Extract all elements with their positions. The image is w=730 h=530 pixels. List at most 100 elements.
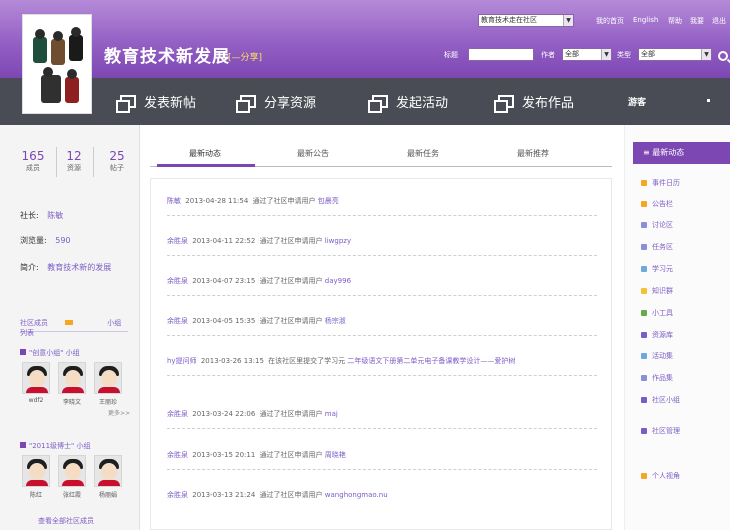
top-link-english[interactable]: English <box>633 16 658 24</box>
nav-publish-work[interactable]: 发布作品 <box>494 92 575 113</box>
member-name[interactable]: 张红霞 <box>57 490 87 499</box>
right-sidebar-header[interactable]: ≡ 最新动态 <box>633 142 730 164</box>
tab-latest-activity[interactable]: 最新动态 <box>160 148 250 159</box>
feed-row: 余胜泉 2013-04-05 15:35 通过了社区申请用户 杨宗淑 <box>167 316 597 336</box>
feed-target[interactable]: 杨宗淑 <box>325 317 346 325</box>
site-title[interactable]: 教育技术新发展 <box>104 42 230 67</box>
feed-row: 余胜泉 2013-03-13 21:24 通过了社区申请用户 wanghongm… <box>167 490 597 509</box>
feed-user[interactable]: 余胜泉 <box>167 317 188 325</box>
info-owner-value[interactable]: 陈敏 <box>47 211 63 220</box>
feed-user[interactable]: 余胜泉 <box>167 237 188 245</box>
top-link-help[interactable]: 帮助 <box>668 16 682 26</box>
view-all-members-link[interactable]: 查看全部社区成员 <box>38 516 94 526</box>
avatar[interactable] <box>58 362 86 394</box>
right-menu-item[interactable]: 任务区 <box>641 242 673 252</box>
info-intro-value: 教育技术新的发展 <box>47 263 112 272</box>
info-owner-key: 社长: <box>20 211 39 220</box>
nav-user[interactable]: 游客 <box>628 95 646 108</box>
member-tabs: 社区成员 小组列表 <box>20 318 128 337</box>
more-link[interactable]: 更多>> <box>108 408 130 417</box>
activity-feed: 陈敏 2013-04-28 11:54 通过了社区申请用户 包晨亮 余胜泉 20… <box>150 178 612 530</box>
window-icon <box>116 95 136 113</box>
nav-share-resource[interactable]: 分享资源 <box>236 92 316 113</box>
group-title[interactable]: "创意小组" 小组 <box>20 348 80 358</box>
stat-members[interactable]: 165 成员 <box>16 149 50 173</box>
feed-user[interactable]: 余胜泉 <box>167 491 188 499</box>
tab-latest-task[interactable]: 最新任务 <box>378 148 468 159</box>
member-name[interactable]: wdf2 <box>21 397 51 404</box>
search-icon[interactable] <box>718 51 728 61</box>
right-menu-item[interactable]: 学习元 <box>641 264 673 274</box>
right-sidebar-header-label: 最新动态 <box>652 148 685 157</box>
info-views-value: 590 <box>55 236 71 245</box>
menu-item-icon <box>641 288 647 294</box>
tab-community-members[interactable]: 社区成员 <box>20 319 89 327</box>
right-menu-item-label: 讨论区 <box>652 221 673 229</box>
feed-target[interactable]: 周晓艳 <box>325 451 346 459</box>
feed-user[interactable]: hy提问师 <box>167 357 197 365</box>
hot-badge <box>65 320 73 325</box>
right-menu-item[interactable]: 事件日历 <box>641 178 680 188</box>
right-menu-item[interactable]: 社区小组 <box>641 395 680 405</box>
member-name[interactable]: 陈红 <box>21 490 51 499</box>
right-menu-item[interactable]: 作品集 <box>641 373 673 383</box>
menu-item-icon <box>641 180 647 186</box>
right-menu-item[interactable]: 小工具 <box>641 308 673 318</box>
stat-posts[interactable]: 25 帖子 <box>100 149 134 173</box>
avatar[interactable] <box>22 362 50 394</box>
avatar[interactable] <box>94 362 122 394</box>
type-select[interactable]: 全部 ▼ <box>638 48 712 61</box>
divider <box>56 147 57 177</box>
feed-time: 2013-04-11 22:52 <box>192 237 256 245</box>
community-select[interactable]: 教育技术走在社区 ▼ <box>478 14 574 27</box>
feed-target[interactable]: liwgpzy <box>325 237 351 245</box>
search-input[interactable] <box>468 48 534 61</box>
right-menu-item[interactable]: 活动集 <box>641 351 673 361</box>
right-menu-item[interactable]: 个人视角 <box>641 471 680 481</box>
feed-target[interactable]: day996 <box>325 277 351 285</box>
top-link-mine[interactable]: 我要 <box>690 16 704 26</box>
feed-user[interactable]: 余胜泉 <box>167 277 188 285</box>
stat-resources[interactable]: 12 资源 <box>60 149 88 173</box>
avatar[interactable] <box>94 455 122 487</box>
chevron-down-icon: ▼ <box>701 49 711 60</box>
right-menu-item[interactable]: 讨论区 <box>641 220 673 230</box>
feed-target[interactable]: 包晨亮 <box>318 197 339 205</box>
chevron-down-icon: ▼ <box>601 49 611 60</box>
member-name[interactable]: 王丽珍 <box>93 397 123 406</box>
right-menu-item[interactable]: 知识群 <box>641 286 673 296</box>
right-menu-item[interactable]: 资源库 <box>641 330 673 340</box>
nav-publish-work-label: 发布作品 <box>522 96 575 111</box>
feed-user[interactable]: 余胜泉 <box>167 410 188 418</box>
feed-time: 2013-03-24 22:06 <box>192 410 256 418</box>
active-tab-indicator <box>157 164 255 167</box>
group-title[interactable]: "2011级博士" 小组 <box>20 441 90 451</box>
top-link-logout[interactable]: 退出 <box>712 16 726 26</box>
nav-start-activity[interactable]: 发起活动 <box>368 92 448 113</box>
feed-target[interactable]: maj <box>325 410 338 418</box>
right-menu-item[interactable]: 社区管理 <box>641 426 680 436</box>
avatar[interactable] <box>58 455 86 487</box>
feed-target[interactable]: wanghongmao.nu <box>325 491 388 499</box>
info-owner: 社长: 陈敏 <box>20 210 63 221</box>
feed-time: 2013-03-15 20:11 <box>192 451 256 459</box>
top-link-home[interactable]: 我的首页 <box>596 16 624 26</box>
author-select-value: 全部 <box>565 50 579 58</box>
avatar[interactable] <box>22 455 50 487</box>
member-name[interactable]: 杨丽娟 <box>93 490 123 499</box>
tab-latest-recommend[interactable]: 最新推荐 <box>488 148 578 159</box>
group-title-text: "2011级博士" 小组 <box>29 442 91 450</box>
right-menu-item[interactable]: 公告栏 <box>641 199 673 209</box>
tab-latest-notice[interactable]: 最新公告 <box>268 148 358 159</box>
member-name[interactable]: 李晓文 <box>57 397 87 406</box>
info-intro-key: 简介: <box>20 263 39 272</box>
feed-user[interactable]: 余胜泉 <box>167 451 188 459</box>
feed-target[interactable]: 二年级语文下册第二单元电子备课教学设计——爱护树 <box>347 357 515 365</box>
logo[interactable] <box>22 14 92 114</box>
author-select[interactable]: 全部 ▼ <box>562 48 612 61</box>
nav-new-post[interactable]: 发表新帖 <box>116 92 196 113</box>
feed-user[interactable]: 陈敏 <box>167 197 181 205</box>
feed-text: 通过了社区申请用户 <box>259 237 323 245</box>
right-menu-item-label: 资源库 <box>652 331 673 339</box>
site-header: 教育技术新发展 [—分享] 教育技术走在社区 ▼ 我的首页 English 帮助… <box>0 0 730 78</box>
